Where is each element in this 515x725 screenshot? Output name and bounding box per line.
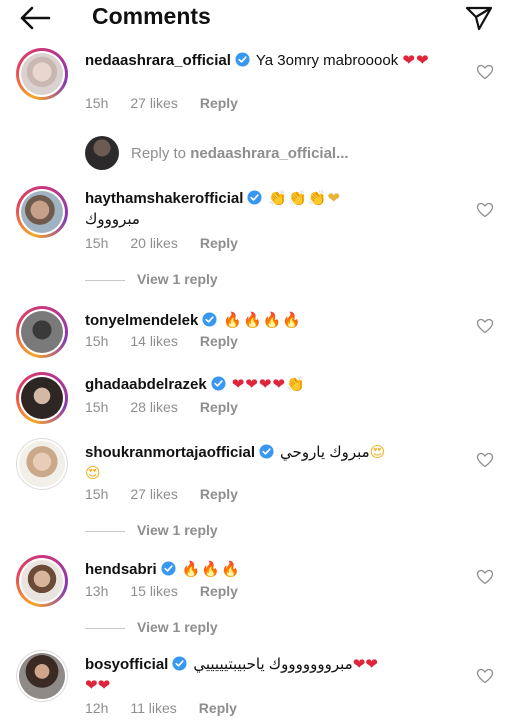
comment-meta: 15h 28 likes Reply xyxy=(85,399,260,415)
back-arrow-icon[interactable] xyxy=(18,4,52,32)
heart-icon[interactable] xyxy=(476,668,494,684)
verified-badge-icon xyxy=(202,312,217,327)
comment-body: ghadaabdelrazek ❤❤❤❤👏 xyxy=(85,374,471,395)
comment-meta: 15h 27 likes Reply xyxy=(85,486,260,502)
comment-time: 15h xyxy=(85,486,109,502)
heart-icon[interactable] xyxy=(476,64,494,80)
send-icon[interactable] xyxy=(464,4,494,32)
verified-badge-icon xyxy=(235,52,250,67)
comment-body: shoukranmortajaofficial مبروك ياروحي😍 😍 xyxy=(85,442,471,484)
comment-body: tonyelmendelek 🔥🔥🔥🔥 xyxy=(85,310,471,331)
comment-time: 12h xyxy=(85,700,109,716)
comment-username[interactable]: nedaashrara_official xyxy=(85,52,231,69)
comment-item: haythamshakerofficial 👏👏👏❤ مبروووك 15h 20 … xyxy=(0,186,515,296)
comment-item: hendsabri 🔥🔥🔥 13h 15 likes Reply View 1 rep… xyxy=(0,555,515,645)
comment-emoji: ❤❤ xyxy=(352,655,378,673)
reply-button[interactable]: Reply xyxy=(200,583,238,599)
comment-text: Ya 3omry mabrooook xyxy=(255,52,399,69)
avatar[interactable] xyxy=(16,650,68,702)
reply-button[interactable]: Reply xyxy=(199,700,237,716)
verified-badge-icon xyxy=(172,656,187,671)
header: Comments xyxy=(0,0,515,40)
comment-body: bosyofficial مبروووووووك ياحبيبتيييييي❤❤ … xyxy=(85,654,471,696)
comment-time: 15h xyxy=(85,95,109,111)
view-replies-button[interactable]: View 1 reply xyxy=(85,522,218,538)
comment-meta: 13h 15 likes Reply xyxy=(85,583,260,599)
avatar[interactable] xyxy=(16,555,68,607)
view-replies-button[interactable]: View 1 reply xyxy=(85,619,218,635)
avatar[interactable] xyxy=(16,48,68,100)
view-replies-button[interactable]: View 1 reply xyxy=(85,271,218,287)
comment-time: 15h xyxy=(85,399,109,415)
comment-meta: 15h 27 likes Reply xyxy=(85,95,260,111)
comment-username[interactable]: haythamshakerofficial xyxy=(85,190,243,207)
avatar[interactable] xyxy=(16,438,68,490)
comment-item: ghadaabdelrazek ❤❤❤❤👏 15h 28 likes Reply xyxy=(0,372,515,432)
comment-body: nedaashrara_official Ya 3omry mabrooook ❤… xyxy=(85,50,471,71)
comment-emoji: 🔥🔥🔥 xyxy=(181,560,241,578)
comment-item: bosyofficial مبروووووووك ياحبيبتيييييي❤❤ … xyxy=(0,650,515,725)
comment-item: tonyelmendelek 🔥🔥🔥🔥 15h 14 likes Reply xyxy=(0,306,515,366)
comment-username[interactable]: hendsabri xyxy=(85,561,157,578)
current-user-avatar xyxy=(85,136,119,170)
verified-badge-icon xyxy=(247,190,262,205)
comment-meta: 12h 11 likes Reply xyxy=(85,700,259,716)
heart-icon[interactable] xyxy=(476,318,494,334)
comment-meta: 15h 14 likes Reply xyxy=(85,333,260,349)
comment-likes[interactable]: 27 likes xyxy=(130,486,177,502)
comment-likes[interactable]: 20 likes xyxy=(130,235,177,251)
comment-time: 13h xyxy=(85,583,109,599)
avatar[interactable] xyxy=(16,186,68,238)
reply-button[interactable]: Reply xyxy=(200,486,238,502)
comment-emoji-line2: ❤❤ xyxy=(85,676,111,694)
comment-likes[interactable]: 15 likes xyxy=(130,583,177,599)
comment-emoji: 🔥🔥🔥🔥 xyxy=(223,311,303,329)
clap-emoji: 👏 xyxy=(286,375,306,393)
comment-username[interactable]: tonyelmendelek xyxy=(85,312,198,329)
comment-text: مبروك ياروحي xyxy=(280,444,370,461)
comment-text: مبروووك xyxy=(85,211,140,228)
comment-emoji: 👏👏👏❤ xyxy=(268,189,342,207)
comment-username[interactable]: shoukranmortajaofficial xyxy=(85,444,255,461)
heart-icon[interactable] xyxy=(476,452,494,468)
avatar[interactable] xyxy=(16,306,68,358)
page-title: Comments xyxy=(92,3,211,29)
comment-emoji-line2: 😍 xyxy=(85,464,101,482)
verified-badge-icon xyxy=(211,376,226,391)
reply-button[interactable]: Reply xyxy=(200,399,238,415)
reply-button[interactable]: Reply xyxy=(200,95,238,111)
comment-meta: 15h 20 likes Reply xyxy=(85,235,260,251)
comment-username[interactable]: ghadaabdelrazek xyxy=(85,376,207,393)
comment-likes[interactable]: 14 likes xyxy=(130,333,177,349)
comment-item: shoukranmortajaofficial مبروك ياروحي😍 😍 1… xyxy=(0,438,515,548)
comment-time: 15h xyxy=(85,235,109,251)
comment-emoji: ❤❤ xyxy=(402,51,430,69)
reply-input[interactable]: Reply to nedaashrara_official... xyxy=(131,145,349,162)
heart-icon[interactable] xyxy=(476,202,494,218)
comment-likes[interactable]: 28 likes xyxy=(130,399,177,415)
comment-likes[interactable]: 27 likes xyxy=(130,95,177,111)
reply-to-row[interactable]: Reply to nedaashrara_official... xyxy=(85,136,505,172)
verified-badge-icon xyxy=(259,444,274,459)
verified-badge-icon xyxy=(161,561,176,576)
reply-button[interactable]: Reply xyxy=(200,333,238,349)
comment-emoji: 😍 xyxy=(369,443,386,461)
reply-button[interactable]: Reply xyxy=(200,235,238,251)
comment-body: hendsabri 🔥🔥🔥 xyxy=(85,559,471,580)
comment-text: مبروووووووك ياحبيبتيييييي xyxy=(193,656,353,673)
comment-username[interactable]: bosyofficial xyxy=(85,656,168,673)
comment-emoji: ❤❤❤❤ xyxy=(231,375,286,393)
heart-icon[interactable] xyxy=(476,569,494,585)
avatar[interactable] xyxy=(16,372,68,424)
comment-body: haythamshakerofficial 👏👏👏❤ مبروووك xyxy=(85,188,471,230)
comment-likes[interactable]: 11 likes xyxy=(130,700,176,716)
comment-time: 15h xyxy=(85,333,109,349)
